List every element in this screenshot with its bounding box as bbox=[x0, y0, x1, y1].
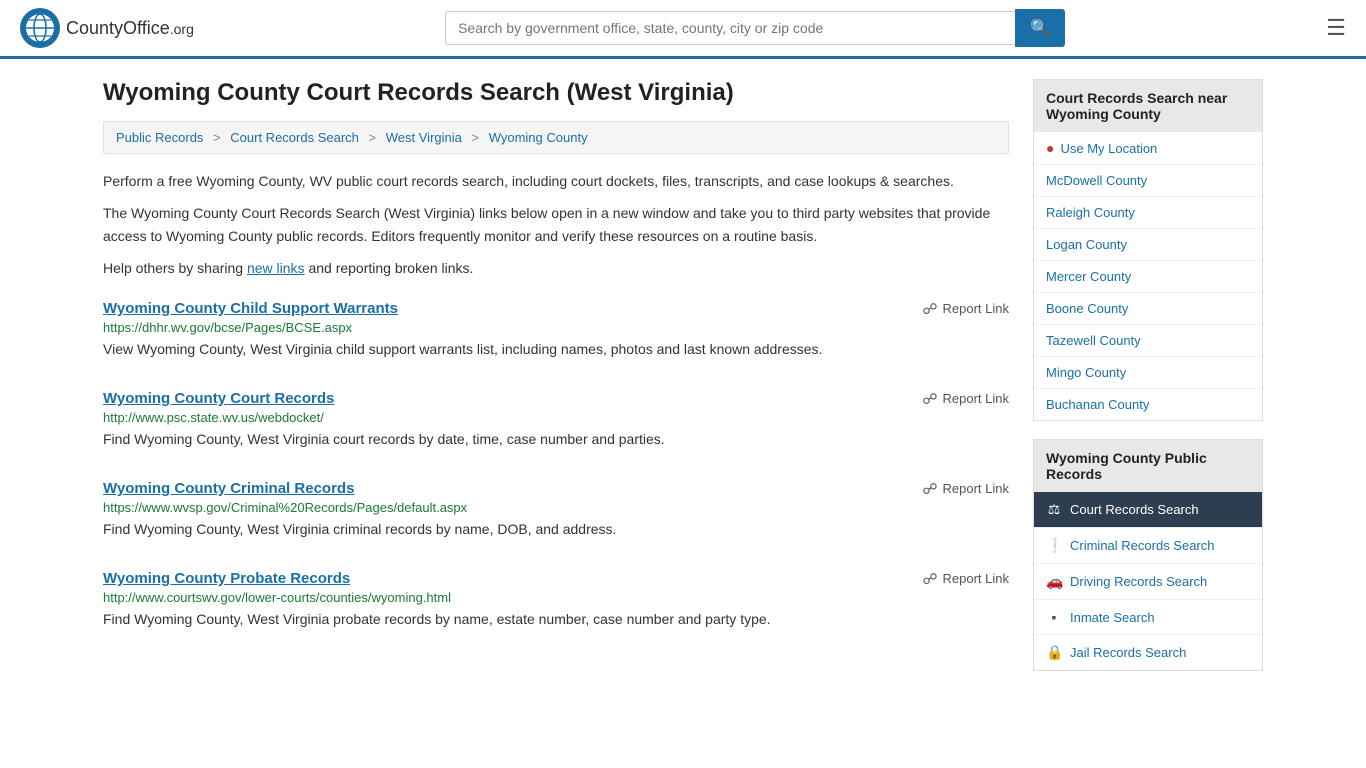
sidebar-pubrecords-section: Wyoming County Public Records ⚖Court Rec… bbox=[1033, 439, 1263, 671]
record-title[interactable]: Wyoming County Probate Records bbox=[103, 570, 350, 587]
header: CountyOffice.org 🔍 ☰ bbox=[0, 0, 1366, 59]
sidebar-county-link[interactable]: Mingo County bbox=[1034, 357, 1262, 388]
location-icon: ● bbox=[1046, 140, 1054, 156]
logo-name: CountyOffice.org bbox=[66, 18, 194, 39]
sidebar-nearby-item: Raleigh County bbox=[1034, 197, 1262, 229]
report-link[interactable]: ☍ Report Link bbox=[922, 480, 1009, 498]
breadcrumb-sep-2: > bbox=[369, 130, 377, 145]
page-title: Wyoming County Court Records Search (Wes… bbox=[103, 79, 1009, 107]
record-item-header: Wyoming County Child Support Warrants ☍ … bbox=[103, 300, 1009, 318]
rec-icon: ▪ bbox=[1046, 609, 1062, 625]
logo-icon bbox=[20, 8, 60, 48]
pubrecords-link[interactable]: ▪Inmate Search bbox=[1034, 600, 1262, 634]
sidebar-nearby-title: Court Records Search near Wyoming County bbox=[1034, 80, 1262, 132]
hamburger-menu-icon[interactable]: ☰ bbox=[1326, 15, 1346, 41]
description-para2: The Wyoming County Court Records Search … bbox=[103, 202, 1009, 247]
record-url: http://www.courtswv.gov/lower-courts/cou… bbox=[103, 590, 1009, 605]
sidebar-county-link[interactable]: Tazewell County bbox=[1034, 325, 1262, 356]
new-links-link[interactable]: new links bbox=[247, 260, 305, 276]
breadcrumb-sep-1: > bbox=[213, 130, 221, 145]
pubrecords-list: ⚖Court Records Search❕Criminal Records S… bbox=[1034, 492, 1262, 670]
desc-para3-after: and reporting broken links. bbox=[305, 260, 474, 276]
record-item: Wyoming County Court Records ☍ Report Li… bbox=[103, 390, 1009, 460]
search-button[interactable]: 🔍 bbox=[1015, 9, 1065, 47]
sidebar-county-link[interactable]: Mercer County bbox=[1034, 261, 1262, 292]
record-desc: Find Wyoming County, West Virginia crimi… bbox=[103, 519, 1009, 540]
pubrecords-link[interactable]: ❕Criminal Records Search bbox=[1034, 528, 1262, 563]
sidebar-nearby-item: Buchanan County bbox=[1034, 389, 1262, 420]
rec-icon: 🔒 bbox=[1046, 644, 1062, 661]
content-area: Wyoming County Court Records Search (Wes… bbox=[103, 79, 1009, 689]
nearby-list: ●Use My LocationMcDowell CountyRaleigh C… bbox=[1034, 132, 1262, 420]
breadcrumb-sep-3: > bbox=[471, 130, 479, 145]
pubrecords-list-item: 🚗Driving Records Search bbox=[1034, 564, 1262, 600]
sidebar-county-link[interactable]: Buchanan County bbox=[1034, 389, 1262, 420]
sidebar-nearby-section: Court Records Search near Wyoming County… bbox=[1033, 79, 1263, 421]
record-desc: View Wyoming County, West Virginia child… bbox=[103, 339, 1009, 360]
breadcrumb-court-records-search[interactable]: Court Records Search bbox=[230, 130, 359, 145]
record-url: http://www.psc.state.wv.us/webdocket/ bbox=[103, 410, 1009, 425]
sidebar-county-link[interactable]: McDowell County bbox=[1034, 165, 1262, 196]
pubrecords-link[interactable]: 🔒Jail Records Search bbox=[1034, 635, 1262, 670]
record-url: https://www.wvsp.gov/Criminal%20Records/… bbox=[103, 500, 1009, 515]
breadcrumb-west-virginia[interactable]: West Virginia bbox=[386, 130, 462, 145]
record-title[interactable]: Wyoming County Child Support Warrants bbox=[103, 300, 398, 317]
rec-icon: ⚖ bbox=[1046, 501, 1062, 518]
breadcrumb: Public Records > Court Records Search > … bbox=[103, 121, 1009, 154]
report-link[interactable]: ☍ Report Link bbox=[922, 300, 1009, 318]
report-link[interactable]: ☍ Report Link bbox=[922, 570, 1009, 588]
pubrecords-list-item: ⚖Court Records Search bbox=[1034, 492, 1262, 528]
rec-icon: ❕ bbox=[1046, 537, 1062, 554]
sidebar-county-link[interactable]: Boone County bbox=[1034, 293, 1262, 324]
record-item: Wyoming County Probate Records ☍ Report … bbox=[103, 570, 1009, 640]
breadcrumb-wyoming-county[interactable]: Wyoming County bbox=[489, 130, 588, 145]
sidebar-pubrecords-title: Wyoming County Public Records bbox=[1034, 440, 1262, 492]
sidebar-county-link[interactable]: Raleigh County bbox=[1034, 197, 1262, 228]
search-area: 🔍 bbox=[445, 9, 1065, 47]
sidebar-nearby-item: ●Use My Location bbox=[1034, 132, 1262, 165]
report-link[interactable]: ☍ Report Link bbox=[922, 390, 1009, 408]
sidebar-nearby-item: McDowell County bbox=[1034, 165, 1262, 197]
record-item-header: Wyoming County Probate Records ☍ Report … bbox=[103, 570, 1009, 588]
sidebar-county-link[interactable]: Logan County bbox=[1034, 229, 1262, 260]
description-para1: Perform a free Wyoming County, WV public… bbox=[103, 170, 1009, 192]
search-input[interactable] bbox=[445, 11, 1015, 45]
main-container: Wyoming County Court Records Search (Wes… bbox=[83, 59, 1283, 709]
sidebar-nearby-item: Mercer County bbox=[1034, 261, 1262, 293]
desc-para3-before: Help others by sharing bbox=[103, 260, 247, 276]
report-icon: ☍ bbox=[922, 570, 937, 588]
pubrecords-list-item: ❕Criminal Records Search bbox=[1034, 528, 1262, 564]
logo-area: CountyOffice.org bbox=[20, 8, 194, 48]
record-title[interactable]: Wyoming County Court Records bbox=[103, 390, 334, 407]
record-item: Wyoming County Child Support Warrants ☍ … bbox=[103, 300, 1009, 370]
pubrecords-list-item: 🔒Jail Records Search bbox=[1034, 635, 1262, 670]
pubrecords-link[interactable]: ⚖Court Records Search bbox=[1034, 492, 1262, 527]
sidebar-nearby-item: Mingo County bbox=[1034, 357, 1262, 389]
record-item-header: Wyoming County Criminal Records ☍ Report… bbox=[103, 480, 1009, 498]
rec-icon: 🚗 bbox=[1046, 573, 1062, 590]
record-desc: Find Wyoming County, West Virginia court… bbox=[103, 429, 1009, 450]
records-container: Wyoming County Child Support Warrants ☍ … bbox=[103, 300, 1009, 640]
pubrecords-list-item: ▪Inmate Search bbox=[1034, 600, 1262, 635]
record-item: Wyoming County Criminal Records ☍ Report… bbox=[103, 480, 1009, 550]
sidebar-nearby-item: Logan County bbox=[1034, 229, 1262, 261]
record-title[interactable]: Wyoming County Criminal Records bbox=[103, 480, 354, 497]
sidebar-nearby-item: Tazewell County bbox=[1034, 325, 1262, 357]
record-desc: Find Wyoming County, West Virginia proba… bbox=[103, 609, 1009, 630]
record-url: https://dhhr.wv.gov/bcse/Pages/BCSE.aspx bbox=[103, 320, 1009, 335]
report-icon: ☍ bbox=[922, 300, 937, 318]
sidebar: Court Records Search near Wyoming County… bbox=[1033, 79, 1263, 689]
use-my-location-link[interactable]: ●Use My Location bbox=[1034, 132, 1262, 164]
breadcrumb-public-records[interactable]: Public Records bbox=[116, 130, 203, 145]
description-para3: Help others by sharing new links and rep… bbox=[103, 257, 1009, 279]
record-item-header: Wyoming County Court Records ☍ Report Li… bbox=[103, 390, 1009, 408]
report-icon: ☍ bbox=[922, 480, 937, 498]
sidebar-nearby-item: Boone County bbox=[1034, 293, 1262, 325]
report-icon: ☍ bbox=[922, 390, 937, 408]
pubrecords-link[interactable]: 🚗Driving Records Search bbox=[1034, 564, 1262, 599]
